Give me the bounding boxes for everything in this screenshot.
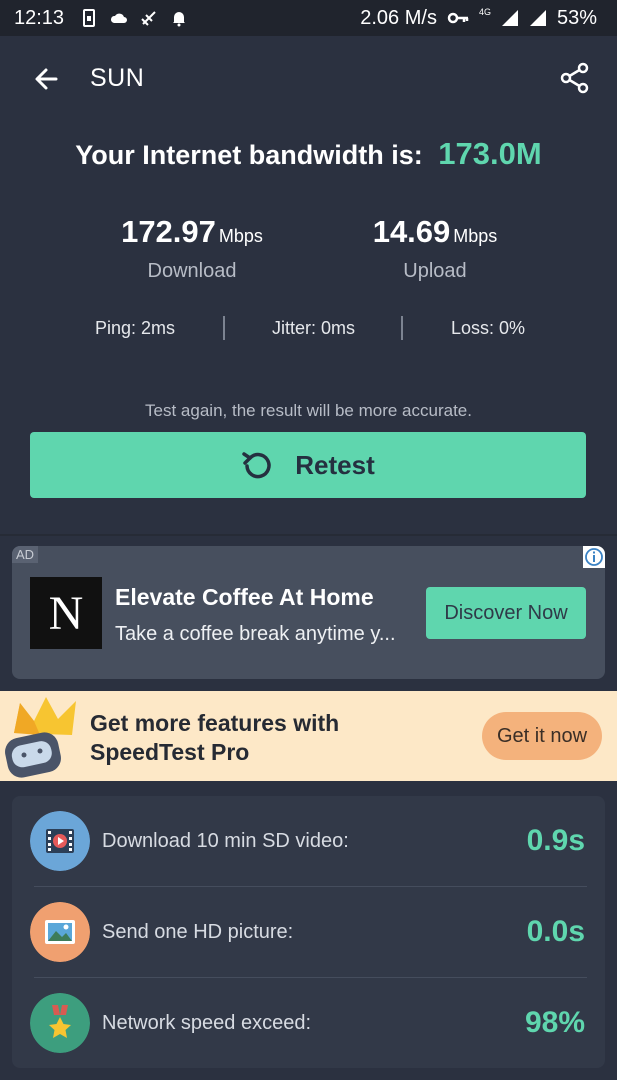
share-icon[interactable] xyxy=(560,62,590,94)
notification-bell-icon xyxy=(173,12,186,27)
cell-signal-icon xyxy=(529,10,546,26)
ad-title: Elevate Coffee At Home xyxy=(115,584,374,610)
retest-hint: Test again, the result will be more accu… xyxy=(145,401,472,420)
cloud-icon xyxy=(111,13,128,23)
ad-card[interactable]: AD N Elevate Coffee At Home Take a coffe… xyxy=(12,546,605,679)
perf-value: 98% xyxy=(524,1006,585,1039)
upload-unit: Mbps xyxy=(453,226,498,246)
perf-value: 0.0s xyxy=(526,915,585,948)
pro-promo-banner[interactable]: Get more features with SpeedTest Pro Get… xyxy=(0,691,617,781)
satellite-icon xyxy=(141,11,156,26)
perf-row-video: Download 10 min SD video: 0.9s xyxy=(12,796,605,886)
download-metric: 172.97 Mbps Download xyxy=(67,214,317,283)
upload-metric: 14.69 Mbps Upload xyxy=(310,214,560,283)
video-icon xyxy=(30,811,90,871)
get-it-now-button[interactable]: Get it now xyxy=(482,712,602,760)
promo-text: Get more features with SpeedTest Pro xyxy=(90,709,339,767)
vpn-key-icon xyxy=(447,12,469,24)
retest-label: Retest xyxy=(295,449,375,480)
ping-stat: Ping: 2ms xyxy=(95,318,176,338)
download-value: 172.97 xyxy=(121,214,216,249)
promo-line-1: Get more features with xyxy=(90,710,340,736)
performance-card: Download 10 min SD video: 0.9s Send one … xyxy=(12,796,605,1068)
perf-row-exceed: Network speed exceed: 98% xyxy=(12,978,605,1068)
jitter-stat: Jitter: 0ms xyxy=(272,318,356,338)
perf-value: 0.9s xyxy=(526,824,585,857)
ad-description: Take a coffee break anytime y... xyxy=(115,623,396,645)
promo-line-2: SpeedTest Pro xyxy=(90,739,250,765)
ad-tag: AD xyxy=(12,546,39,563)
app-bar: SUN xyxy=(0,36,617,122)
download-unit: Mbps xyxy=(218,226,263,246)
perf-label: Download 10 min SD video: xyxy=(102,830,349,852)
back-arrow-icon[interactable] xyxy=(30,63,62,95)
ad-info-icon[interactable] xyxy=(583,546,605,568)
bandwidth-label: Your Internet bandwidth is: xyxy=(75,140,423,170)
stats-divider xyxy=(223,316,225,340)
ad-cta-button[interactable]: Discover Now xyxy=(426,587,586,639)
section-divider xyxy=(0,534,617,536)
upload-label: Upload xyxy=(403,260,467,282)
page-title: SUN xyxy=(90,64,145,92)
status-time: 12:13 xyxy=(14,6,65,29)
advertiser-logo-letter: N xyxy=(48,586,84,640)
perf-row-picture: Send one HD picture: 0.0s xyxy=(12,887,605,977)
bandwidth-summary: Your Internet bandwidth is: 173.0M xyxy=(0,136,617,172)
net-speed: 2.06 M/s xyxy=(360,6,437,29)
sim-card-icon xyxy=(83,9,96,27)
network-type: 4G xyxy=(478,7,491,17)
loss-stat: Loss: 0% xyxy=(451,318,526,338)
perf-label: Send one HD picture: xyxy=(102,921,294,943)
medal-icon xyxy=(30,993,90,1053)
signal-icon xyxy=(501,10,518,26)
battery-level: 53% xyxy=(556,6,597,29)
picture-icon xyxy=(30,902,90,962)
perf-label: Network speed exceed: xyxy=(102,1012,312,1034)
advertiser-logo: N xyxy=(30,577,102,649)
bandwidth-value: 173.0M xyxy=(438,136,542,171)
status-bar: 12:13 2.06 M/s 4G 53% xyxy=(0,0,617,36)
stats-divider xyxy=(401,316,403,340)
upload-value: 14.69 xyxy=(372,214,451,249)
retest-button[interactable]: Retest xyxy=(30,432,586,498)
download-label: Download xyxy=(147,260,237,282)
crown-mascot-icon xyxy=(5,697,76,778)
refresh-icon xyxy=(242,452,271,479)
